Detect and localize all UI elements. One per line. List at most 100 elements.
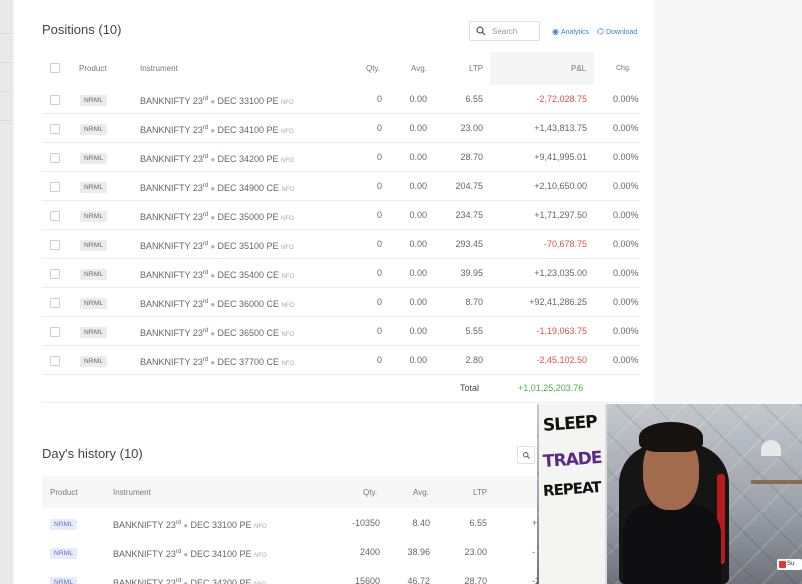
instrument-name: BANKNIFTY 23 xyxy=(140,241,203,251)
webcam-person-body xyxy=(623,504,721,584)
col-pnl[interactable]: P&L xyxy=(571,64,586,73)
dh-col-product[interactable]: Product xyxy=(50,488,78,497)
search-icon xyxy=(523,452,530,459)
select-all-checkbox[interactable] xyxy=(50,63,60,73)
avg-cell: 0.00 xyxy=(409,326,427,336)
row-checkbox[interactable] xyxy=(50,182,60,192)
instrument-name: BANKNIFTY 23 xyxy=(140,154,203,164)
qty-cell: 0 xyxy=(376,181,382,191)
position-row[interactable]: NRML BANKNIFTY 23rd ● DEC 35000 PE NFO 0 0.… xyxy=(42,201,640,230)
position-row[interactable]: NRML BANKNIFTY 23rd ● DEC 34900 CE NFO 0 0.… xyxy=(42,172,640,201)
analytics-button[interactable]: ◉ Analytics xyxy=(552,27,589,36)
row-checkbox[interactable] xyxy=(50,124,60,134)
instrument-name: BANKNIFTY 23 xyxy=(140,183,203,193)
instrument-cell[interactable]: BANKNIFTY 23rd ● DEC 34100 PE NFO xyxy=(140,114,294,142)
instrument-cell[interactable]: BANKNIFTY 23rd ● DEC 34200 PE NFO xyxy=(113,567,267,584)
qty-cell: 0 xyxy=(376,297,382,307)
row-checkbox[interactable] xyxy=(50,298,60,308)
row-checkbox[interactable] xyxy=(50,356,60,366)
instrument-contract: DEC 37700 CE xyxy=(217,357,280,367)
ltp-cell: 2.80 xyxy=(465,355,483,365)
instrument-cell[interactable]: BANKNIFTY 23rd ● DEC 34900 CE NFO xyxy=(140,172,294,200)
qty-cell: 0 xyxy=(376,239,382,249)
instrument-cell[interactable]: BANKNIFTY 23rd ● DEC 36000 CE NFO xyxy=(140,288,294,316)
dh-col-ltp[interactable]: LTP xyxy=(473,488,487,497)
instrument-cell[interactable]: BANKNIFTY 23rd ● DEC 35000 PE NFO xyxy=(140,201,294,229)
col-instrument[interactable]: Instrument xyxy=(140,64,178,73)
col-product[interactable]: Product xyxy=(79,64,107,73)
instrument-cell[interactable]: BANKNIFTY 23rd ● DEC 37700 CE NFO xyxy=(140,346,294,374)
dh-col-avg[interactable]: Avg. xyxy=(413,488,429,497)
webcam-shelf xyxy=(751,480,802,484)
position-row[interactable]: NRML BANKNIFTY 23rd ● DEC 34200 PE NFO 0 0.… xyxy=(42,143,640,172)
position-row[interactable]: NRML BANKNIFTY 23rd ● DEC 35100 PE NFO 0 0.… xyxy=(42,230,640,259)
pnl-cell: -2,72,028.75 xyxy=(536,94,587,104)
qty-cell: 0 xyxy=(376,326,382,336)
row-checkbox[interactable] xyxy=(50,95,60,105)
exchange-label: NFO xyxy=(254,524,267,530)
position-row[interactable]: NRML BANKNIFTY 23rd ● DEC 37700 CE NFO 0 0.… xyxy=(42,346,640,375)
position-row[interactable]: NRML BANKNIFTY 23rd ● DEC 33100 PE NFO 0 0.… xyxy=(42,85,640,114)
product-cell: NRML xyxy=(80,172,108,200)
pnl-cell: +92,41,286.25 xyxy=(529,297,587,307)
ltp-cell: 6.55 xyxy=(465,94,483,104)
avg-cell: 0.00 xyxy=(409,181,427,191)
instrument-cell[interactable]: BANKNIFTY 23rd ● DEC 35100 PE NFO xyxy=(140,230,294,258)
positions-search[interactable] xyxy=(469,21,540,41)
position-row[interactable]: NRML BANKNIFTY 23rd ● DEC 36500 CE NFO 0 0.… xyxy=(42,317,640,346)
col-ltp[interactable]: LTP xyxy=(469,64,483,73)
instrument-name: BANKNIFTY 23 xyxy=(140,212,203,222)
col-chg[interactable]: Chg. xyxy=(616,65,631,72)
download-icon: ⌬ xyxy=(597,27,604,36)
ltp-cell: 28.70 xyxy=(464,576,487,584)
instrument-cell[interactable]: BANKNIFTY 23rd ● DEC 33100 PE NFO xyxy=(113,509,267,537)
avg-cell: 0.00 xyxy=(409,210,427,220)
instrument-cell[interactable]: BANKNIFTY 23rd ● DEC 33100 PE NFO xyxy=(140,85,294,113)
qty-cell: 0 xyxy=(376,123,382,133)
col-qty[interactable]: Qty. xyxy=(366,64,380,73)
webcam-lamp xyxy=(761,440,781,456)
day-history-search-button[interactable] xyxy=(517,446,535,464)
instrument-name: BANKNIFTY 23 xyxy=(113,520,176,530)
ltp-cell: 204.75 xyxy=(455,181,483,191)
instrument-contract: DEC 36500 CE xyxy=(217,328,280,338)
row-checkbox[interactable] xyxy=(50,269,60,279)
product-cell: NRML xyxy=(50,509,78,537)
download-button[interactable]: ⌬ Download xyxy=(597,27,637,36)
product-badge: NRML xyxy=(80,298,108,309)
search-input[interactable] xyxy=(492,24,538,39)
pnl-cell: +1,23,035.00 xyxy=(534,268,587,278)
avg-cell: 46.72 xyxy=(407,576,430,584)
chg-cell: 0.00% xyxy=(613,297,639,307)
product-cell: NRML xyxy=(80,259,108,287)
pnl-cell: -2,45,102.50 xyxy=(536,355,587,365)
instrument-cell[interactable]: BANKNIFTY 23rd ● DEC 36500 CE NFO xyxy=(140,317,294,345)
positions-title: Positions (10) xyxy=(42,22,122,37)
chg-cell: 0.00% xyxy=(613,94,639,104)
row-checkbox[interactable] xyxy=(50,211,60,221)
position-row[interactable]: NRML BANKNIFTY 23rd ● DEC 35400 CE NFO 0 0.… xyxy=(42,259,640,288)
row-checkbox[interactable] xyxy=(50,153,60,163)
youtube-subscribe-badge[interactable]: Su xyxy=(777,559,802,570)
ltp-cell: 8.70 xyxy=(465,297,483,307)
youtube-badge-label: Su xyxy=(787,561,795,567)
position-row[interactable]: NRML BANKNIFTY 23rd ● DEC 34100 PE NFO 0 0.… xyxy=(42,114,640,143)
instrument-contract: DEC 34200 PE xyxy=(190,578,252,584)
total-label: Total xyxy=(460,383,480,393)
instrument-cell[interactable]: BANKNIFTY 23rd ● DEC 34100 PE NFO xyxy=(113,538,267,566)
row-checkbox[interactable] xyxy=(50,327,60,337)
chg-cell: 0.00% xyxy=(613,326,639,336)
ltp-cell: 6.55 xyxy=(469,518,487,528)
instrument-cell[interactable]: BANKNIFTY 23rd ● DEC 34200 PE NFO xyxy=(140,143,294,171)
instrument-contract: DEC 33100 PE xyxy=(190,520,252,530)
ltp-cell: 234.75 xyxy=(455,210,483,220)
dh-col-instrument[interactable]: Instrument xyxy=(113,488,151,497)
product-badge: NRML xyxy=(80,240,108,251)
col-avg[interactable]: Avg. xyxy=(411,64,427,73)
instrument-contract: DEC 34100 PE xyxy=(190,549,252,559)
instrument-cell[interactable]: BANKNIFTY 23rd ● DEC 35400 CE NFO xyxy=(140,259,294,287)
position-row[interactable]: NRML BANKNIFTY 23rd ● DEC 36000 CE NFO 0 0.… xyxy=(42,288,640,317)
product-cell: NRML xyxy=(50,538,78,566)
dh-col-qty[interactable]: Qty. xyxy=(363,488,377,497)
row-checkbox[interactable] xyxy=(50,240,60,250)
